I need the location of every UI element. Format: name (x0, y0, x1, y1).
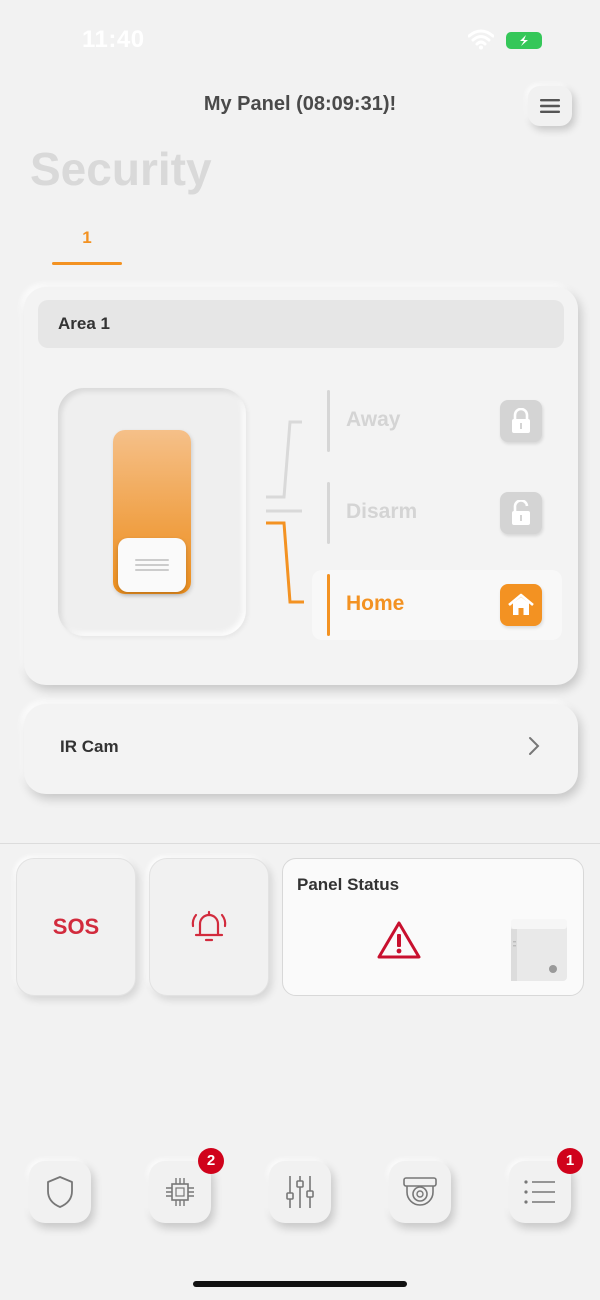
wifi-icon (468, 29, 494, 50)
mode-indicator-bar (327, 574, 330, 636)
nav-cameras[interactable] (389, 1161, 451, 1223)
sos-label: SOS (52, 914, 100, 939)
ir-cam-label: IR Cam (60, 737, 119, 756)
chip-icon (166, 1178, 194, 1206)
panel-device-image (511, 919, 567, 981)
hamburger-icon (540, 99, 560, 113)
home-icon (500, 584, 542, 626)
alarm-button[interactable] (149, 858, 269, 996)
tab-1[interactable]: 1 (52, 222, 122, 264)
bell-ringing-icon (191, 910, 227, 942)
page-title: Security (30, 143, 212, 195)
camera-icon (403, 1177, 437, 1206)
nav-settings[interactable] (269, 1161, 331, 1223)
events-badge: 1 (557, 1148, 583, 1174)
shield-icon (47, 1176, 73, 1208)
arm-slider-knob[interactable] (118, 538, 186, 592)
mode-connector (266, 420, 304, 604)
status-time: 11:40 (82, 26, 145, 53)
menu-button[interactable] (528, 86, 572, 126)
sos-button[interactable]: SOS (16, 858, 136, 996)
mode-disarm[interactable]: Disarm (312, 478, 562, 548)
warning-icon (377, 921, 421, 959)
mode-label: Away (346, 408, 401, 431)
lock-open-icon (500, 492, 542, 534)
sliders-icon (286, 1176, 314, 1208)
chevron-right-icon (529, 737, 540, 755)
home-indicator (193, 1281, 407, 1287)
section-divider (0, 843, 600, 844)
mode-home[interactable]: Home (312, 570, 562, 640)
panel-status-card[interactable]: Panel Status (282, 858, 584, 996)
area-name: Area 1 (38, 300, 564, 348)
grip-icon (135, 559, 169, 571)
mode-label: Home (346, 592, 405, 615)
mode-indicator-bar (327, 390, 330, 452)
panel-title: My Panel (08:09:31)! (203, 93, 397, 115)
devices-badge: 2 (198, 1148, 224, 1174)
mode-label: Disarm (346, 500, 418, 523)
panel-status-title: Panel Status (297, 875, 400, 894)
battery-icon (506, 32, 542, 49)
mode-indicator-bar (327, 482, 330, 544)
lock-closed-icon (500, 400, 542, 442)
tab-underline (52, 262, 122, 265)
mode-away[interactable]: Away (312, 386, 562, 456)
list-icon (524, 1180, 555, 1204)
nav-security[interactable] (29, 1161, 91, 1223)
